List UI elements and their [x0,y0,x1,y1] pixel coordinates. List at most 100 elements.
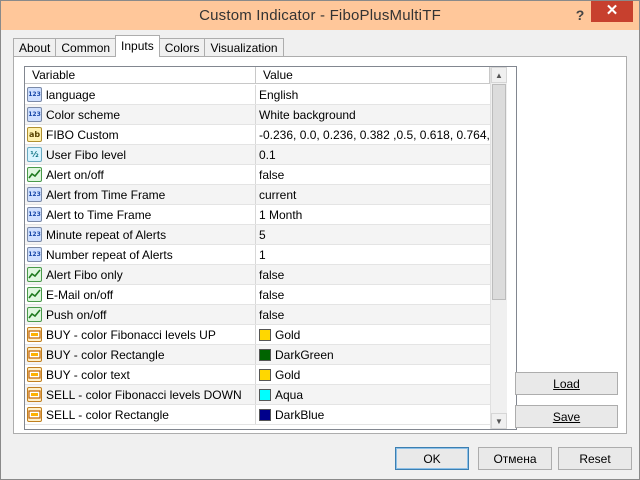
value-text: DarkBlue [275,407,325,422]
variable-cell[interactable]: BUY - color text [25,365,256,384]
value-cell[interactable]: DarkGreen [256,345,490,364]
value-cell[interactable]: White background [256,105,490,124]
variable-name: Number repeat of Alerts [46,247,173,262]
color-swatch [259,408,271,421]
value-cell[interactable]: Gold [256,325,490,344]
scroll-thumb[interactable] [492,84,506,300]
table-row[interactable]: E-Mail on/off false [25,285,490,305]
variable-name: language [46,87,96,102]
variable-cell[interactable]: BUY - color Rectangle [25,345,256,364]
value-cell[interactable]: Aqua [256,385,490,404]
table-row[interactable]: BUY - color Fibonacci levels UP Gold [25,325,490,345]
value-cell[interactable]: 1 [256,245,490,264]
value-cell[interactable]: false [256,285,490,304]
integer-icon: 123 [27,247,42,262]
table-row[interactable]: 123 language English [25,85,490,105]
value-cell[interactable]: current [256,185,490,204]
table-row[interactable]: BUY - color Rectangle DarkGreen [25,345,490,365]
grid-scrollbar[interactable]: ▲ ▼ [490,67,507,429]
variable-name: BUY - color text [46,367,130,382]
inputs-tab-panel: Variable Value 123 language English 123 Colo… [13,56,627,434]
table-row[interactable]: Alert Fibo only false [25,265,490,285]
value-cell[interactable]: false [256,165,490,184]
scroll-up-arrow-icon[interactable]: ▲ [491,67,507,83]
value-text: false [259,307,285,322]
variable-name: Alert from Time Frame [46,187,166,202]
variable-name: E-Mail on/off [46,287,114,302]
value-text: Gold [275,327,301,342]
table-row[interactable]: Alert on/off false [25,165,490,185]
value-text: English [259,87,299,102]
variable-name: SELL - color Rectangle [46,407,169,422]
variable-cell[interactable]: SELL - color Rectangle [25,405,256,424]
variable-cell[interactable]: 123 Number repeat of Alerts [25,245,256,264]
variable-name: Minute repeat of Alerts [46,227,167,242]
table-row[interactable]: 123 Alert from Time Frame current [25,185,490,205]
variable-cell[interactable]: BUY - color Fibonacci levels UP [25,325,256,344]
value-cell[interactable]: 1 Month [256,205,490,224]
boolean-icon [27,287,42,302]
value-cell[interactable]: English [256,85,490,104]
table-row[interactable]: Push on/off false [25,305,490,325]
value-text: 1 Month [259,207,303,222]
variable-name: BUY - color Rectangle [46,347,165,362]
cancel-button[interactable]: Отмена [478,447,552,470]
ok-button[interactable]: OK [395,447,469,470]
variable-cell[interactable]: 123 Color scheme [25,105,256,124]
close-button[interactable]: ✕ [591,1,633,22]
value-cell[interactable]: DarkBlue [256,405,490,424]
table-row[interactable]: 123 Alert to Time Frame 1 Month [25,205,490,225]
help-button[interactable]: ? [571,5,589,25]
load-button-label: Load [553,376,580,391]
variable-cell[interactable]: E-Mail on/off [25,285,256,304]
column-header-variable[interactable]: Variable [25,67,256,84]
variable-cell[interactable]: 123 Alert from Time Frame [25,185,256,204]
color-swatch [259,368,271,381]
tab-about[interactable]: About [13,38,57,57]
load-button[interactable]: Load [515,372,618,395]
table-row[interactable]: 123 Minute repeat of Alerts 5 [25,225,490,245]
save-button[interactable]: Save [515,405,618,428]
variable-cell[interactable]: Alert Fibo only [25,265,256,284]
window-title: Custom Indicator - FiboPlusMultiTF [199,7,441,24]
integer-icon: 123 [27,227,42,242]
title-bar[interactable]: Custom Indicator - FiboPlusMultiTF ? ✕ [1,1,639,30]
value-text: 5 [259,227,266,242]
tab-visualization[interactable]: Visualization [204,38,284,57]
table-row[interactable]: ½ User Fibo level 0.1 [25,145,490,165]
scroll-down-arrow-icon[interactable]: ▼ [491,413,507,429]
table-row[interactable]: SELL - color Fibonacci levels DOWN Aqua [25,385,490,405]
value-cell[interactable]: -0.236, 0.0, 0.236, 0.382 ,0.5, 0.618, 0… [256,125,490,144]
table-row[interactable]: ab FIBO Custom -0.236, 0.0, 0.236, 0.382 ,… [25,125,490,145]
reset-button[interactable]: Reset [558,447,632,470]
table-row[interactable]: BUY - color text Gold [25,365,490,385]
variable-cell[interactable]: ab FIBO Custom [25,125,256,144]
variable-cell[interactable]: SELL - color Fibonacci levels DOWN [25,385,256,404]
string-icon: ab [27,127,42,142]
variable-cell[interactable]: Push on/off [25,305,256,324]
value-cell[interactable]: Gold [256,365,490,384]
color-icon [27,327,42,342]
value-cell[interactable]: 0.1 [256,145,490,164]
variable-cell[interactable]: Alert on/off [25,165,256,184]
table-row[interactable]: SELL - color Rectangle DarkBlue [25,405,490,425]
integer-icon: 123 [27,107,42,122]
table-row[interactable]: 123 Color scheme White background [25,105,490,125]
value-cell[interactable]: false [256,265,490,284]
variable-cell[interactable]: 123 Minute repeat of Alerts [25,225,256,244]
variable-cell[interactable]: ½ User Fibo level [25,145,256,164]
column-header-value[interactable]: Value [256,67,490,84]
tab-colors[interactable]: Colors [158,38,206,57]
variable-cell[interactable]: 123 Alert to Time Frame [25,205,256,224]
inputs-grid: Variable Value 123 language English 123 Colo… [24,66,517,430]
value-cell[interactable]: 5 [256,225,490,244]
value-cell[interactable]: false [256,305,490,324]
boolean-icon [27,267,42,282]
tab-common[interactable]: Common [55,38,117,57]
value-text: false [259,267,285,282]
variable-cell[interactable]: 123 language [25,85,256,104]
tab-inputs[interactable]: Inputs [115,35,160,57]
table-row[interactable]: 123 Number repeat of Alerts 1 [25,245,490,265]
dialog-window: Custom Indicator - FiboPlusMultiTF ? ✕ A… [0,0,640,480]
integer-icon: 123 [27,207,42,222]
